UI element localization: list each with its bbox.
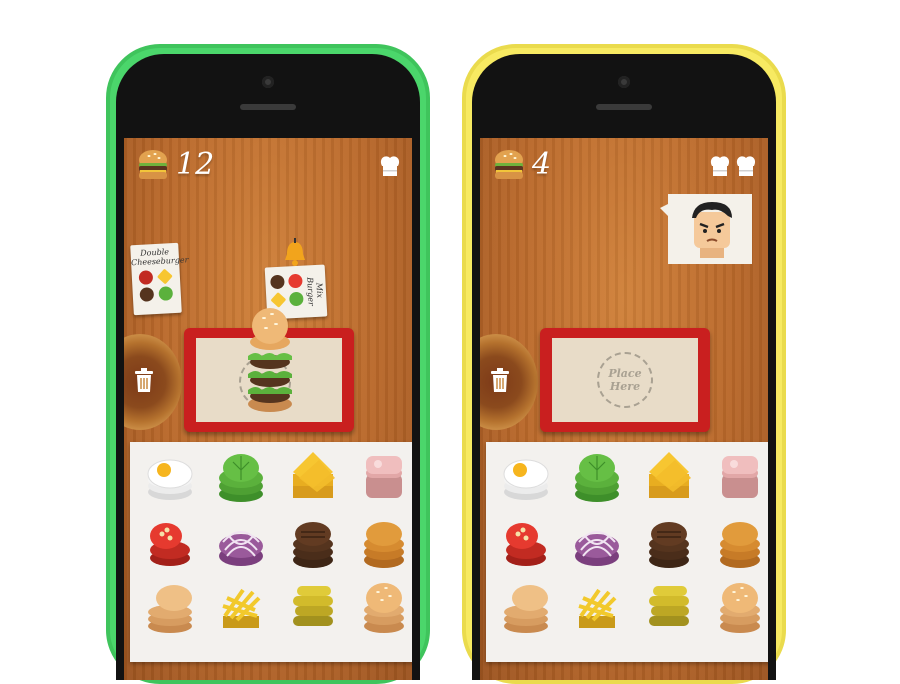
camera <box>618 76 630 88</box>
lettuce-icon <box>157 286 173 301</box>
tomato-icon <box>138 270 153 285</box>
top-bun-stack[interactable] <box>705 574 769 638</box>
trash-icon[interactable] <box>488 366 512 394</box>
ingredient-board <box>130 442 412 662</box>
burger-score-icon <box>495 150 523 179</box>
tray-paper: Place Here <box>552 338 698 422</box>
score: 4 <box>532 147 552 182</box>
serving-tray[interactable]: Place Here <box>540 328 710 432</box>
place-here-drop-zone[interactable]: Place Here <box>597 352 653 408</box>
cheese-stack[interactable] <box>633 446 705 510</box>
ingredient-grid <box>134 446 412 662</box>
ham-stack[interactable] <box>705 446 769 510</box>
burger-score-icon <box>139 150 167 179</box>
chicken-patty-stack[interactable] <box>705 510 769 574</box>
bottom-bun-stack[interactable] <box>490 574 562 638</box>
game-screen[interactable]: 4 Place Here <box>480 138 768 680</box>
cheese-stack[interactable] <box>277 446 349 510</box>
cheese-icon <box>156 268 173 285</box>
top-bun-stack[interactable] <box>349 574 413 638</box>
customer-bubble <box>660 194 752 264</box>
ham-stack[interactable] <box>349 446 413 510</box>
onion-stack[interactable] <box>206 510 278 574</box>
beef-patty-stack[interactable] <box>633 510 705 574</box>
bell-icon[interactable] <box>282 238 308 270</box>
patty-icon <box>138 287 154 302</box>
fries-stack[interactable] <box>562 574 634 638</box>
score: 12 <box>176 147 215 182</box>
phone-bezel: 4 Place Here <box>472 54 776 680</box>
order-title: Mix Burger <box>305 276 325 306</box>
left-phone: 12 Double Cheeseburger Mix Burger <box>106 44 430 684</box>
pickles-stack[interactable] <box>633 574 705 638</box>
fries-stack[interactable] <box>206 574 278 638</box>
lettuce-stack[interactable] <box>206 446 278 510</box>
trash-icon[interactable] <box>132 366 156 394</box>
speaker <box>240 104 296 110</box>
chef-hat-icon <box>380 156 400 176</box>
speaker <box>596 104 652 110</box>
order-title: Double Cheeseburger <box>130 247 189 268</box>
burger-stack[interactable] <box>242 304 298 414</box>
tomato-icon <box>288 273 303 289</box>
egg-stack[interactable] <box>134 446 206 510</box>
ingredient-grid <box>490 446 768 662</box>
ingredient-board <box>486 442 768 662</box>
phone-bezel: 12 Double Cheeseburger Mix Burger <box>116 54 420 680</box>
tomato-stack[interactable] <box>134 510 206 574</box>
chef-hats <box>378 152 402 180</box>
order-ingredients <box>132 268 182 302</box>
chicken-patty-stack[interactable] <box>349 510 413 574</box>
beef-patty-stack[interactable] <box>277 510 349 574</box>
order-ingredients <box>270 273 304 308</box>
pickles-stack[interactable] <box>277 574 349 638</box>
chef-hat-icon <box>710 156 730 176</box>
tomato-stack[interactable] <box>490 510 562 574</box>
order-card[interactable]: Double Cheeseburger <box>130 242 189 316</box>
bottom-bun-stack[interactable] <box>134 574 206 638</box>
right-phone: 4 Place Here <box>462 44 786 684</box>
lettuce-stack[interactable] <box>562 446 634 510</box>
onion-stack[interactable] <box>562 510 634 574</box>
patty-icon <box>270 274 285 290</box>
game-screen[interactable]: 12 Double Cheeseburger Mix Burger <box>124 138 412 680</box>
egg-stack[interactable] <box>490 446 562 510</box>
camera <box>262 76 274 88</box>
chef-hats <box>708 152 758 180</box>
chef-hat-icon <box>736 156 756 176</box>
